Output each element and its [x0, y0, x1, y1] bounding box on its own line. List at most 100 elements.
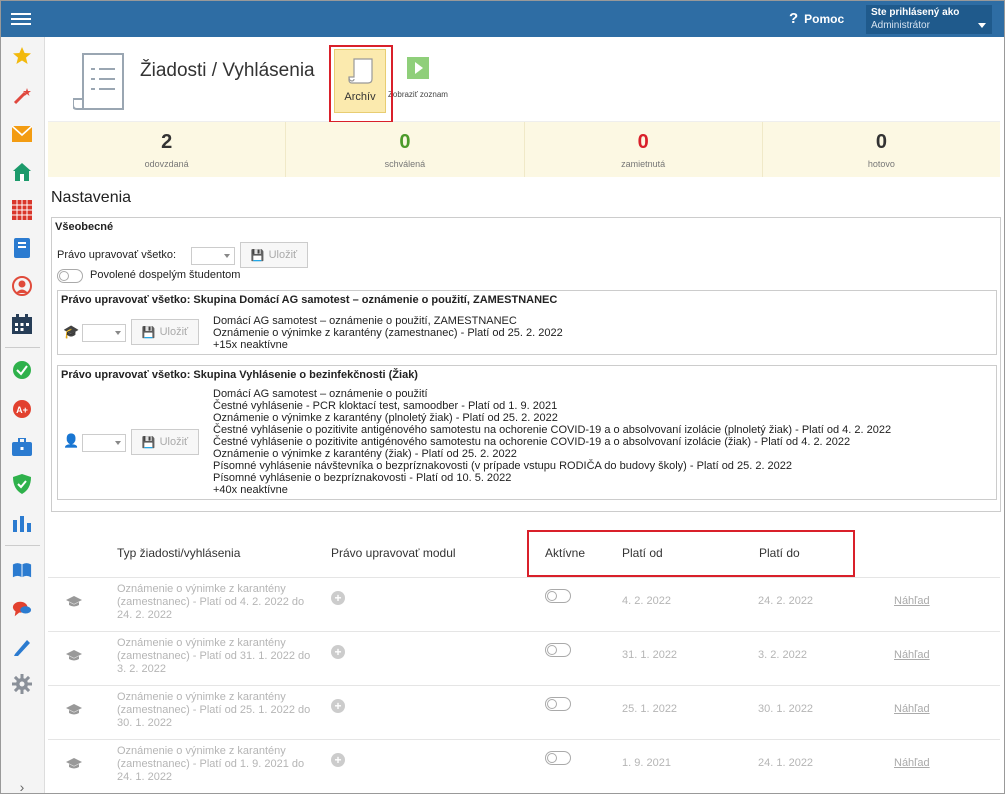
column-header-active[interactable]: Aktívne: [545, 546, 585, 560]
preview-link[interactable]: Náhľad: [894, 649, 930, 661]
save-button[interactable]: 💾 Uložiť: [131, 319, 199, 345]
group-item: Oznámenie o výnimke z karantény (plnolet…: [213, 412, 558, 424]
adult-students-toggle[interactable]: [57, 269, 83, 283]
stat-value: 0: [875, 131, 887, 153]
settings-panel: Všeobecné Právo upravovať všetko: 💾 Ulož…: [51, 217, 1001, 512]
table-row: Oznámenie o výnimke z karantény (zamestn…: [48, 577, 1000, 632]
stat-value: 0: [637, 131, 649, 153]
save-button[interactable]: 💾 Uložiť: [240, 242, 308, 268]
preview-link[interactable]: Náhľad: [894, 595, 930, 607]
chevron-right-icon[interactable]: ›: [12, 777, 32, 793]
active-toggle[interactable]: [545, 643, 571, 657]
briefcase-icon[interactable]: [12, 437, 32, 457]
grade-icon[interactable]: A+: [12, 399, 32, 419]
archive-label: Archív: [344, 91, 376, 103]
star-icon[interactable]: [12, 46, 32, 66]
request-type-name: Oznámenie o výnimke z karantény (zamestn…: [117, 691, 311, 729]
general-title: Všeobecné: [55, 221, 114, 233]
archive-button[interactable]: Archív: [334, 49, 386, 113]
scroll-icon: [348, 58, 373, 84]
student-icon: 👤: [63, 433, 80, 448]
status-summary: 2 odovzdaná 0 schválená 0 zamietnutá 0 h…: [48, 122, 1000, 177]
stat-rejected[interactable]: 0 zamietnutá: [525, 122, 763, 177]
floppy-icon: 💾: [250, 249, 265, 262]
shield-icon[interactable]: [12, 474, 32, 494]
calendar-icon[interactable]: [12, 314, 32, 334]
preview-link[interactable]: Náhľad: [894, 703, 930, 715]
save-label: Uložiť: [268, 249, 298, 261]
chevron-down-icon: [978, 23, 986, 28]
save-label: Uložiť: [159, 436, 189, 448]
sidebar-divider: [5, 347, 40, 348]
add-right-button[interactable]: +: [331, 645, 345, 659]
column-header-valid-to[interactable]: Platí do: [759, 546, 800, 560]
active-toggle[interactable]: [545, 589, 571, 603]
check-circle-icon[interactable]: [12, 360, 32, 380]
page-title: Žiadosti / Vyhlásenia: [140, 60, 315, 81]
stat-label: zamietnutá: [621, 159, 666, 169]
magic-wand-icon[interactable]: [12, 86, 32, 106]
floppy-icon: 💾: [141, 436, 156, 449]
group-items: Domácí AG samotest – oznámenie o použití…: [213, 388, 891, 496]
request-type-name: Oznámenie o výnimke z karantény (zamestn…: [117, 745, 305, 783]
group-item: Písomné vyhlásenie návštevníka o bezpríz…: [213, 460, 793, 472]
group-item: Domácí AG samotest – oznámenie o použití…: [213, 315, 517, 327]
add-right-button[interactable]: +: [331, 753, 345, 767]
user-dropdown[interactable]: Ste prihlásený ako Administrátor: [866, 5, 992, 34]
valid-from: 1. 9. 2021: [622, 757, 671, 769]
group-select[interactable]: [82, 434, 126, 452]
help-button[interactable]: ? Pomoc: [789, 10, 844, 27]
edit-all-label: Právo upravovať všetko:: [57, 249, 177, 261]
group-title: Právo upravovať všetko: Skupina Domácí A…: [61, 294, 558, 306]
notebook-icon[interactable]: [12, 238, 32, 258]
home-icon[interactable]: [12, 162, 32, 182]
group-panel-employee: Právo upravovať všetko: Skupina Domácí A…: [57, 290, 997, 355]
group-item: +40x neaktívne: [213, 484, 288, 496]
chat-icon[interactable]: [12, 599, 32, 619]
graduation-cap-icon: [66, 703, 82, 721]
stat-submitted[interactable]: 2 odovzdaná: [48, 122, 287, 177]
timetable-icon[interactable]: [12, 200, 32, 220]
edit-all-select[interactable]: [191, 247, 235, 265]
question-icon: ?: [789, 10, 799, 27]
active-toggle[interactable]: [545, 697, 571, 711]
group-items: Domácí AG samotest – oznámenie o použití…: [213, 315, 563, 351]
stat-done[interactable]: 0 hotovo: [763, 122, 1000, 177]
stat-approved[interactable]: 0 schválená: [286, 122, 525, 177]
group-item: Domácí AG samotest – oznámenie o použití: [213, 388, 428, 400]
valid-to: 3. 2. 2022: [758, 649, 807, 661]
column-header-valid-from[interactable]: Platí od: [622, 546, 663, 560]
active-toggle[interactable]: [545, 751, 571, 765]
column-header-module-right[interactable]: Právo upravovať modul: [331, 546, 456, 560]
help-label: Pomoc: [804, 11, 845, 26]
stat-value: 2: [161, 131, 173, 153]
document-list-icon: [72, 51, 131, 115]
group-item: Čestné vyhlásenie - PCR kloktací test, s…: [213, 400, 558, 412]
valid-to: 30. 1. 2022: [758, 703, 814, 715]
preview-link[interactable]: Náhľad: [894, 757, 930, 769]
page-header: Žiadosti / Vyhlásenia Archív Zobraziť zo…: [48, 43, 1000, 122]
graduation-cap-icon: [66, 757, 82, 775]
valid-from: 4. 2. 2022: [622, 595, 671, 607]
column-header-type[interactable]: Typ žiadosti/vyhlásenia: [117, 546, 240, 560]
person-icon[interactable]: [12, 276, 32, 296]
bar-chart-icon[interactable]: [12, 513, 32, 533]
save-button[interactable]: 💾 Uložiť: [131, 429, 199, 455]
add-right-button[interactable]: +: [331, 699, 345, 713]
table-row: Oznámenie o výnimke z karantény (zamestn…: [48, 685, 1000, 740]
valid-from: 25. 1. 2022: [622, 703, 678, 715]
gear-icon[interactable]: [12, 674, 32, 694]
mail-icon[interactable]: [12, 124, 32, 144]
valid-to: 24. 1. 2022: [758, 757, 814, 769]
group-item: Písomné vyhlásenie o bezpríznakovosti - …: [213, 472, 512, 484]
graduation-cap-icon: 🎓: [63, 324, 80, 339]
show-list-button[interactable]: Zobraziť zoznam: [380, 57, 456, 113]
book-icon[interactable]: [12, 560, 32, 580]
menu-icon[interactable]: [11, 10, 31, 28]
add-right-button[interactable]: +: [331, 591, 345, 605]
pen-icon[interactable]: [12, 637, 32, 657]
group-select[interactable]: [82, 324, 126, 342]
svg-text:A+: A+: [16, 405, 28, 415]
save-label: Uložiť: [159, 326, 189, 338]
group-item: Čestné vyhlásenie o pozitivite antigénov…: [213, 424, 892, 436]
